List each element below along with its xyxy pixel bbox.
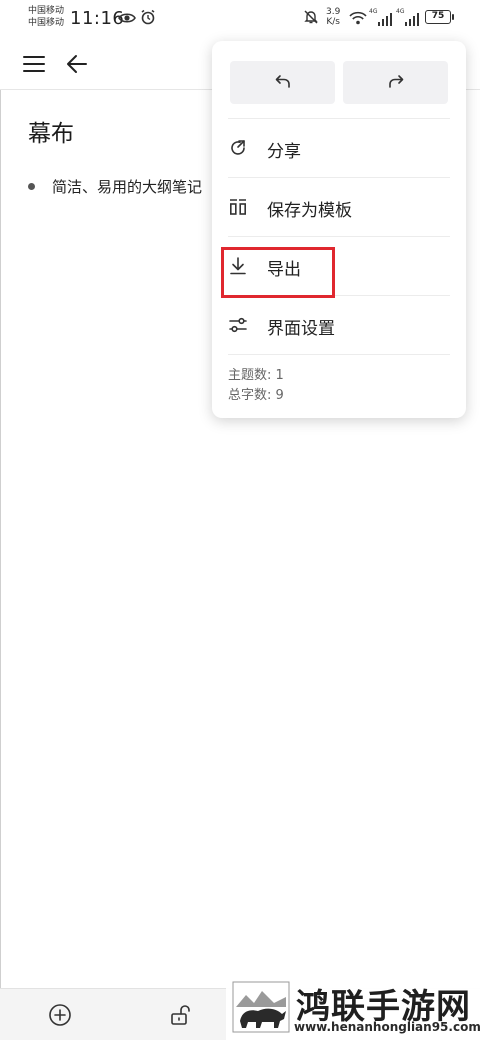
carrier-labels: 中国移动 中国移动 (28, 5, 64, 29)
site-watermark: 鸿联手游网 www.henanhonglian95.com (226, 975, 480, 1040)
add-topic-button[interactable] (46, 1001, 74, 1029)
document-stats: 主题数: 1 总字数: 9 (228, 366, 284, 406)
wifi-icon (349, 10, 367, 29)
signal-icon-2 (404, 11, 420, 30)
outline-item[interactable]: 简洁、易用的大纲笔记 (28, 176, 202, 197)
template-icon (228, 197, 248, 217)
menu-item-label: 界面设置 (267, 319, 335, 339)
eye-icon (118, 10, 136, 29)
bull-logo-icon (232, 981, 290, 1037)
redo-button[interactable] (343, 61, 448, 104)
menu-item-label: 分享 (267, 142, 301, 162)
more-menu-popup: 分享 保存为模板 导出 界面设置 主题数: 1 总字数: 9 (212, 41, 466, 418)
signal-icon (377, 11, 393, 30)
arrow-left-icon (61, 55, 93, 84)
alarm-icon (140, 9, 156, 29)
carrier-2: 中国移动 (28, 18, 65, 28)
net-speed: 3.9 K/s (326, 7, 340, 27)
menu-item-save-template[interactable]: 保存为模板 (212, 178, 466, 236)
undo-icon (273, 71, 293, 95)
plus-circle-icon (46, 1004, 74, 1033)
menu-button[interactable] (18, 48, 50, 80)
redo-icon (386, 71, 406, 95)
undo-button[interactable] (230, 61, 335, 104)
char-count: 总字数: 9 (228, 388, 284, 403)
net-speed-value: 3.9 (326, 7, 341, 17)
hamburger-icon (18, 56, 50, 84)
share-icon (228, 138, 248, 158)
net-speed-unit: K/s (326, 17, 340, 27)
menu-item-share[interactable]: 分享 (212, 119, 466, 177)
menu-item-ui-settings[interactable]: 界面设置 (212, 296, 466, 354)
menu-divider (228, 354, 450, 355)
status-time: 11:16 (70, 8, 125, 29)
document-title[interactable]: 幕布 (28, 114, 74, 148)
status-bar: 中国移动 中国移动 11:16 3.9 K/s 4G 4G 75 (0, 0, 480, 38)
outline-item-text[interactable]: 简洁、易用的大纲笔记 (52, 176, 202, 197)
watermark-url: www.henanhonglian95.com (294, 1020, 480, 1034)
mute-icon (303, 9, 319, 29)
content-border (0, 90, 1, 988)
back-button[interactable] (61, 48, 93, 80)
unlock-icon (166, 1005, 194, 1033)
menu-item-label: 保存为模板 (267, 201, 352, 221)
carrier-1: 中国移动 (28, 6, 65, 16)
lock-button[interactable] (166, 1001, 194, 1029)
sliders-icon (228, 315, 248, 335)
battery-indicator: 75 (425, 10, 454, 24)
bullet-dot[interactable] (28, 183, 35, 190)
export-highlight-box (221, 247, 335, 298)
topic-count: 主题数: 1 (228, 368, 284, 383)
